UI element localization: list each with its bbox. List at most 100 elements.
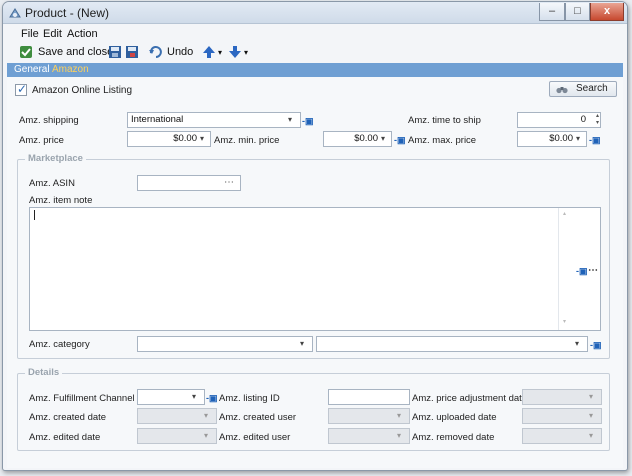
fulfillment-pin-icon[interactable]: -▣ (206, 391, 218, 405)
chevron-down-icon[interactable]: ▾ (589, 429, 593, 443)
details-group-title: Details (25, 367, 63, 378)
text-caret (34, 210, 35, 220)
chevron-down-icon[interactable]: ▾ (397, 429, 401, 443)
chevron-down-icon[interactable]: ▾ (204, 429, 208, 443)
spin-up-icon[interactable]: ▴ (596, 113, 599, 120)
chevron-down-icon[interactable]: ▾ (288, 113, 292, 127)
amz-min-price-input[interactable]: $0.00 ▾ (323, 131, 392, 147)
amz-price-input[interactable]: $0.00 ▾ (127, 131, 211, 147)
edited-date-label: Amz. edited date (29, 432, 101, 443)
move-up-icon[interactable] (202, 45, 216, 59)
shipping-pin-icon[interactable]: -▣ (302, 114, 314, 128)
move-down-icon[interactable] (228, 45, 242, 59)
amz-category-select[interactable]: ▾ (137, 336, 313, 352)
chevron-down-icon[interactable]: ▾ (397, 409, 401, 423)
amz-shipping-value: International (131, 114, 184, 125)
item-note-ellipsis-icon[interactable]: ⋯ (588, 264, 598, 278)
amz-price-label: Amz. price (19, 135, 64, 146)
amz-time-to-ship-label: Amz. time to ship (408, 115, 481, 126)
undo-button[interactable]: Undo (167, 46, 193, 58)
scroll-up-icon[interactable]: ▴ (563, 210, 566, 217)
item-note-pin-icon[interactable]: -▣ (576, 264, 588, 278)
uploaded-date-label: Amz. uploaded date (412, 412, 497, 423)
chevron-down-icon[interactable]: ▾ (589, 390, 593, 404)
close-button[interactable]: x (590, 3, 624, 21)
amz-price-value: $0.00 (173, 133, 197, 144)
amz-asin-input[interactable]: ⋯ (137, 175, 241, 191)
chevron-down-icon[interactable]: ▾ (575, 337, 579, 351)
listing-id-label: Amz. listing ID (219, 393, 280, 404)
move-down-dropdown-icon[interactable]: ▾ (244, 48, 248, 57)
save-close-icon[interactable] (19, 45, 33, 59)
app-icon (9, 8, 21, 18)
menu-bar: File Edit Action (3, 25, 627, 43)
amazon-online-listing-label: Amazon Online Listing (32, 85, 133, 96)
product-window: Product - (New) – □ x File Edit Action S… (2, 1, 628, 471)
binoculars-icon (556, 87, 568, 94)
search-button[interactable]: Search (549, 81, 617, 97)
amz-min-price-value: $0.00 (354, 133, 378, 144)
chevron-down-icon[interactable]: ▾ (589, 409, 593, 423)
tab-general[interactable]: General (11, 63, 53, 77)
listing-id-input[interactable] (328, 389, 410, 405)
amazon-online-listing-checkbox[interactable]: ✓ (15, 82, 28, 96)
uploaded-date-picker[interactable]: ▾ (522, 408, 602, 424)
removed-date-picker[interactable]: ▾ (522, 428, 602, 444)
chevron-down-icon[interactable]: ▾ (200, 132, 204, 146)
maximize-button[interactable]: □ (565, 3, 590, 21)
ellipsis-icon[interactable]: ⋯ (224, 176, 234, 190)
amz-max-price-input[interactable]: $0.00 ▾ (517, 131, 587, 147)
undo-icon[interactable] (148, 45, 162, 59)
created-date-label: Amz. created date (29, 412, 107, 423)
chevron-down-icon[interactable]: ▾ (300, 337, 304, 351)
save-icon[interactable] (108, 45, 122, 59)
max-price-pin-icon[interactable]: -▣ (589, 133, 601, 147)
amz-time-to-ship-spinner[interactable]: 0 ▴ ▾ (517, 112, 601, 128)
chevron-down-icon[interactable]: ▾ (192, 390, 196, 404)
menu-edit[interactable]: Edit (43, 28, 62, 40)
save-all-icon[interactable] (125, 45, 139, 59)
amz-min-price-label: Amz. min. price (214, 135, 280, 146)
amz-max-price-value: $0.00 (549, 133, 573, 144)
amz-shipping-label: Amz. shipping (19, 115, 79, 126)
chevron-down-icon[interactable]: ▾ (381, 132, 385, 146)
menu-action[interactable]: Action (67, 28, 98, 40)
chevron-down-icon[interactable]: ▾ (204, 409, 208, 423)
menu-file[interactable]: File (21, 28, 39, 40)
amz-item-note-textarea[interactable]: ▴ ▾ -▣ ⋯ (29, 207, 601, 331)
amz-max-price-label: Amz. max. price (408, 135, 477, 146)
edited-date-picker[interactable]: ▾ (137, 428, 217, 444)
created-user-label: Amz. created user (219, 412, 297, 423)
minimize-button[interactable]: – (539, 3, 565, 21)
window-title: Product - (New) (25, 6, 110, 20)
edited-user-select[interactable]: ▾ (328, 428, 410, 444)
amz-item-note-label: Amz. item note (29, 195, 93, 206)
title-bar[interactable]: Product - (New) – □ x (3, 2, 627, 24)
tab-strip: General Amazon (7, 63, 623, 77)
chevron-down-icon[interactable]: ▾ (576, 132, 580, 146)
spin-down-icon[interactable]: ▾ (596, 120, 599, 127)
move-up-dropdown-icon[interactable]: ▾ (218, 48, 222, 57)
note-scrollbar[interactable]: ▴ ▾ (558, 208, 572, 330)
amz-category-label: Amz. category (29, 339, 90, 350)
edited-user-label: Amz. edited user (219, 432, 291, 443)
category-pin-icon[interactable]: -▣ (590, 338, 602, 352)
marketplace-group-title: Marketplace (25, 153, 86, 164)
save-and-close-button[interactable]: Save and close (38, 46, 113, 58)
created-user-select[interactable]: ▾ (328, 408, 410, 424)
amz-asin-label: Amz. ASIN (29, 178, 75, 189)
created-date-picker[interactable]: ▾ (137, 408, 217, 424)
scroll-down-icon[interactable]: ▾ (563, 318, 566, 325)
price-adjustment-date-label: Amz. price adjustment date (412, 393, 528, 404)
tab-amazon[interactable]: Amazon (49, 63, 92, 77)
amz-shipping-select[interactable]: International ▾ (127, 112, 301, 128)
amz-time-to-ship-value: 0 (580, 114, 586, 125)
price-adjustment-date-picker[interactable]: ▾ (522, 389, 602, 405)
amz-subcategory-select[interactable]: ▾ (316, 336, 588, 352)
checkmark-icon: ✓ (17, 82, 28, 96)
min-price-pin-icon[interactable]: -▣ (394, 133, 406, 147)
amazon-tab-content: ✓ Amazon Online Listing Search Amz. ship… (7, 77, 623, 468)
toolbar: Save and close Undo ▾ ▾ (3, 43, 627, 63)
removed-date-label: Amz. removed date (412, 432, 495, 443)
fulfillment-channel-select[interactable]: ▾ (137, 389, 205, 405)
